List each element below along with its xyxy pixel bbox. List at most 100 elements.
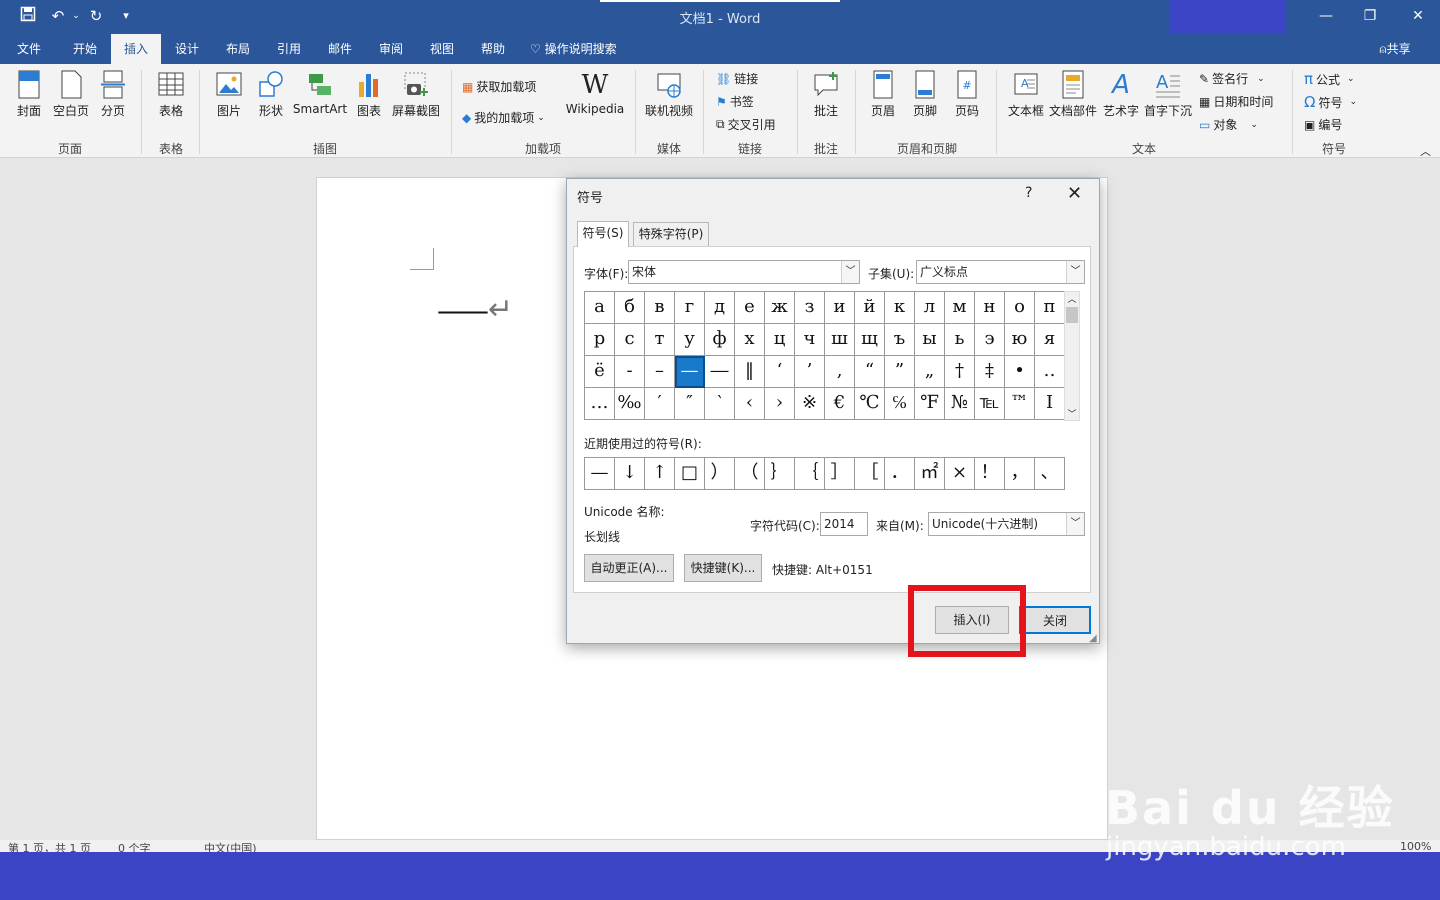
recent-symbol-cell[interactable]: × [945, 458, 975, 490]
quick-parts-button[interactable]: 文档部件 [1048, 70, 1098, 119]
header-button[interactable]: 页眉 [866, 70, 900, 119]
symbol-cell[interactable]: х [735, 324, 765, 356]
symbol-cell[interactable]: Ⅰ [1035, 388, 1065, 420]
symbol-cell[interactable]: ж [765, 292, 795, 324]
shapes-button[interactable]: 形状 [254, 70, 288, 119]
recent-symbol-cell[interactable]: ， [1005, 458, 1035, 490]
chart-button[interactable]: 图表 [352, 70, 386, 119]
dialog-close-icon[interactable]: ✕ [1067, 183, 1082, 204]
symbol-cell[interactable]: ‚ [825, 356, 855, 388]
recent-symbol-cell[interactable]: □ [675, 458, 705, 490]
recent-symbol-cell[interactable]: ． [885, 458, 915, 490]
symbol-cell[interactable]: ю [1005, 324, 1035, 356]
recent-symbol-cell[interactable]: ｛ [795, 458, 825, 490]
symbol-cell[interactable]: д [705, 292, 735, 324]
symbol-cell[interactable]: › [765, 388, 795, 420]
symbol-cell[interactable]: – [645, 356, 675, 388]
scroll-thumb[interactable] [1066, 307, 1078, 323]
bookmark-button[interactable]: ⚑ 书签 [716, 93, 754, 110]
tab-home[interactable]: 开始 [62, 34, 108, 64]
symbol-cell[interactable]: ‵ [705, 388, 735, 420]
recent-symbol-cell[interactable]: ㎡ [915, 458, 945, 490]
symbol-cell[interactable]: й [855, 292, 885, 324]
help-button[interactable]: ? [1025, 185, 1032, 201]
page-break-button[interactable]: 分页 [96, 70, 130, 119]
symbol-cell[interactable]: ‹ [735, 388, 765, 420]
symbol-cell[interactable]: и [825, 292, 855, 324]
smartart-button[interactable]: SmartArt [292, 70, 348, 116]
font-select[interactable]: 宋体 ﹀ [628, 260, 860, 284]
character-code-input[interactable]: 2014 [820, 512, 868, 536]
undo-icon[interactable]: ↶ [48, 6, 68, 26]
online-video-button[interactable]: 联机视频 [642, 70, 696, 119]
cover-page-button[interactable]: 封面 [12, 70, 46, 119]
close-window-button[interactable]: ✕ [1406, 6, 1430, 26]
footer-button[interactable]: 页脚 [908, 70, 942, 119]
link-button[interactable]: ⛓ 链接 [716, 70, 758, 87]
tab-review[interactable]: 审阅 [370, 34, 412, 64]
symbol-cell[interactable]: „ [915, 356, 945, 388]
symbol-cell[interactable]: м [945, 292, 975, 324]
symbol-cell[interactable]: ‥ [1035, 356, 1065, 388]
symbol-cell[interactable]: к [885, 292, 915, 324]
symbol-cell[interactable]: э [975, 324, 1005, 356]
symbol-cell[interactable]: л [915, 292, 945, 324]
symbol-cell[interactable]: а [585, 292, 615, 324]
symbol-cell[interactable]: “ [855, 356, 885, 388]
symbol-cell[interactable]: ‖ [735, 356, 765, 388]
tab-references[interactable]: 引用 [268, 34, 310, 64]
restore-button[interactable]: ❐ [1358, 6, 1382, 26]
symbol-cell[interactable]: ″ [675, 388, 705, 420]
my-addins-button[interactable]: ◆ 我的加载项 ⌄ [462, 109, 545, 126]
symbol-cell[interactable]: ‘ [765, 356, 795, 388]
symbol-cell[interactable]: т [645, 324, 675, 356]
symbol-cell[interactable]: ℉ [915, 388, 945, 420]
recent-symbol-cell[interactable]: ｝ [765, 458, 795, 490]
symbol-cell[interactable]: у [675, 324, 705, 356]
close-button[interactable]: 关闭 [1019, 606, 1091, 634]
collapse-ribbon-icon[interactable]: ︿ [1420, 143, 1431, 159]
share-button[interactable]: ⍝共享 [1368, 34, 1422, 64]
symbol-cell[interactable]: ― [705, 356, 735, 388]
tab-symbols[interactable]: 符号(S) [577, 221, 629, 247]
symbol-cell[interactable]: … [585, 388, 615, 420]
recent-symbol-cell[interactable]: ］ [825, 458, 855, 490]
tab-file[interactable]: 文件 [8, 34, 50, 64]
symbol-cell[interactable]: я [1035, 324, 1065, 356]
symbol-cell[interactable]: ℃ [855, 388, 885, 420]
wordart-button[interactable]: A 艺术字 [1100, 70, 1142, 119]
table-button[interactable]: 表格 [154, 70, 188, 119]
symbol-cell[interactable]: ℡ [975, 388, 1005, 420]
symbol-cell[interactable]: ч [795, 324, 825, 356]
page-number-button[interactable]: # 页码 [950, 70, 984, 119]
signature-line-button[interactable]: ✎ 签名行 ⌄ [1199, 70, 1265, 87]
object-button[interactable]: ▭ 对象 ⌄ [1199, 116, 1258, 133]
symbol-cell[interactable]: о [1005, 292, 1035, 324]
symbol-cell[interactable]: ь [945, 324, 975, 356]
tell-me-search[interactable]: ♡ 操作说明搜索 [530, 34, 640, 64]
symbol-cell[interactable]: ’ [795, 356, 825, 388]
drop-cap-button[interactable]: A 首字下沉 [1142, 70, 1194, 119]
symbol-cell[interactable]: ф [705, 324, 735, 356]
tab-mailings[interactable]: 邮件 [319, 34, 361, 64]
recent-symbol-cell[interactable]: ） [705, 458, 735, 490]
symbol-cell[interactable]: п [1035, 292, 1065, 324]
symbol-cell[interactable]: ℅ [885, 388, 915, 420]
resize-grip-icon[interactable]: ◢ [1089, 633, 1097, 644]
scroll-up-icon[interactable]: ︿ [1065, 292, 1079, 305]
undo-dropdown-icon[interactable]: ⌄ [66, 6, 86, 26]
symbol-cell[interactable]: с [615, 324, 645, 356]
picture-button[interactable]: 图片 [212, 70, 246, 119]
equation-button[interactable]: π 公式 ⌄ [1304, 70, 1355, 88]
symbol-cell[interactable]: † [945, 356, 975, 388]
tab-view[interactable]: 视图 [421, 34, 463, 64]
tab-design[interactable]: 设计 [166, 34, 208, 64]
date-time-button[interactable]: ▦ 日期和时间 [1199, 93, 1273, 110]
recent-symbol-cell[interactable]: — [585, 458, 615, 490]
symbol-cell[interactable]: ‡ [975, 356, 1005, 388]
symbol-cell[interactable]: ‐ [615, 356, 645, 388]
symbol-cell[interactable]: г [675, 292, 705, 324]
cross-reference-button[interactable]: ⧉ 交叉引用 [716, 116, 776, 133]
autocorrect-button[interactable]: 自动更正(A)... [584, 554, 674, 582]
redo-icon[interactable]: ↻ [86, 6, 106, 26]
